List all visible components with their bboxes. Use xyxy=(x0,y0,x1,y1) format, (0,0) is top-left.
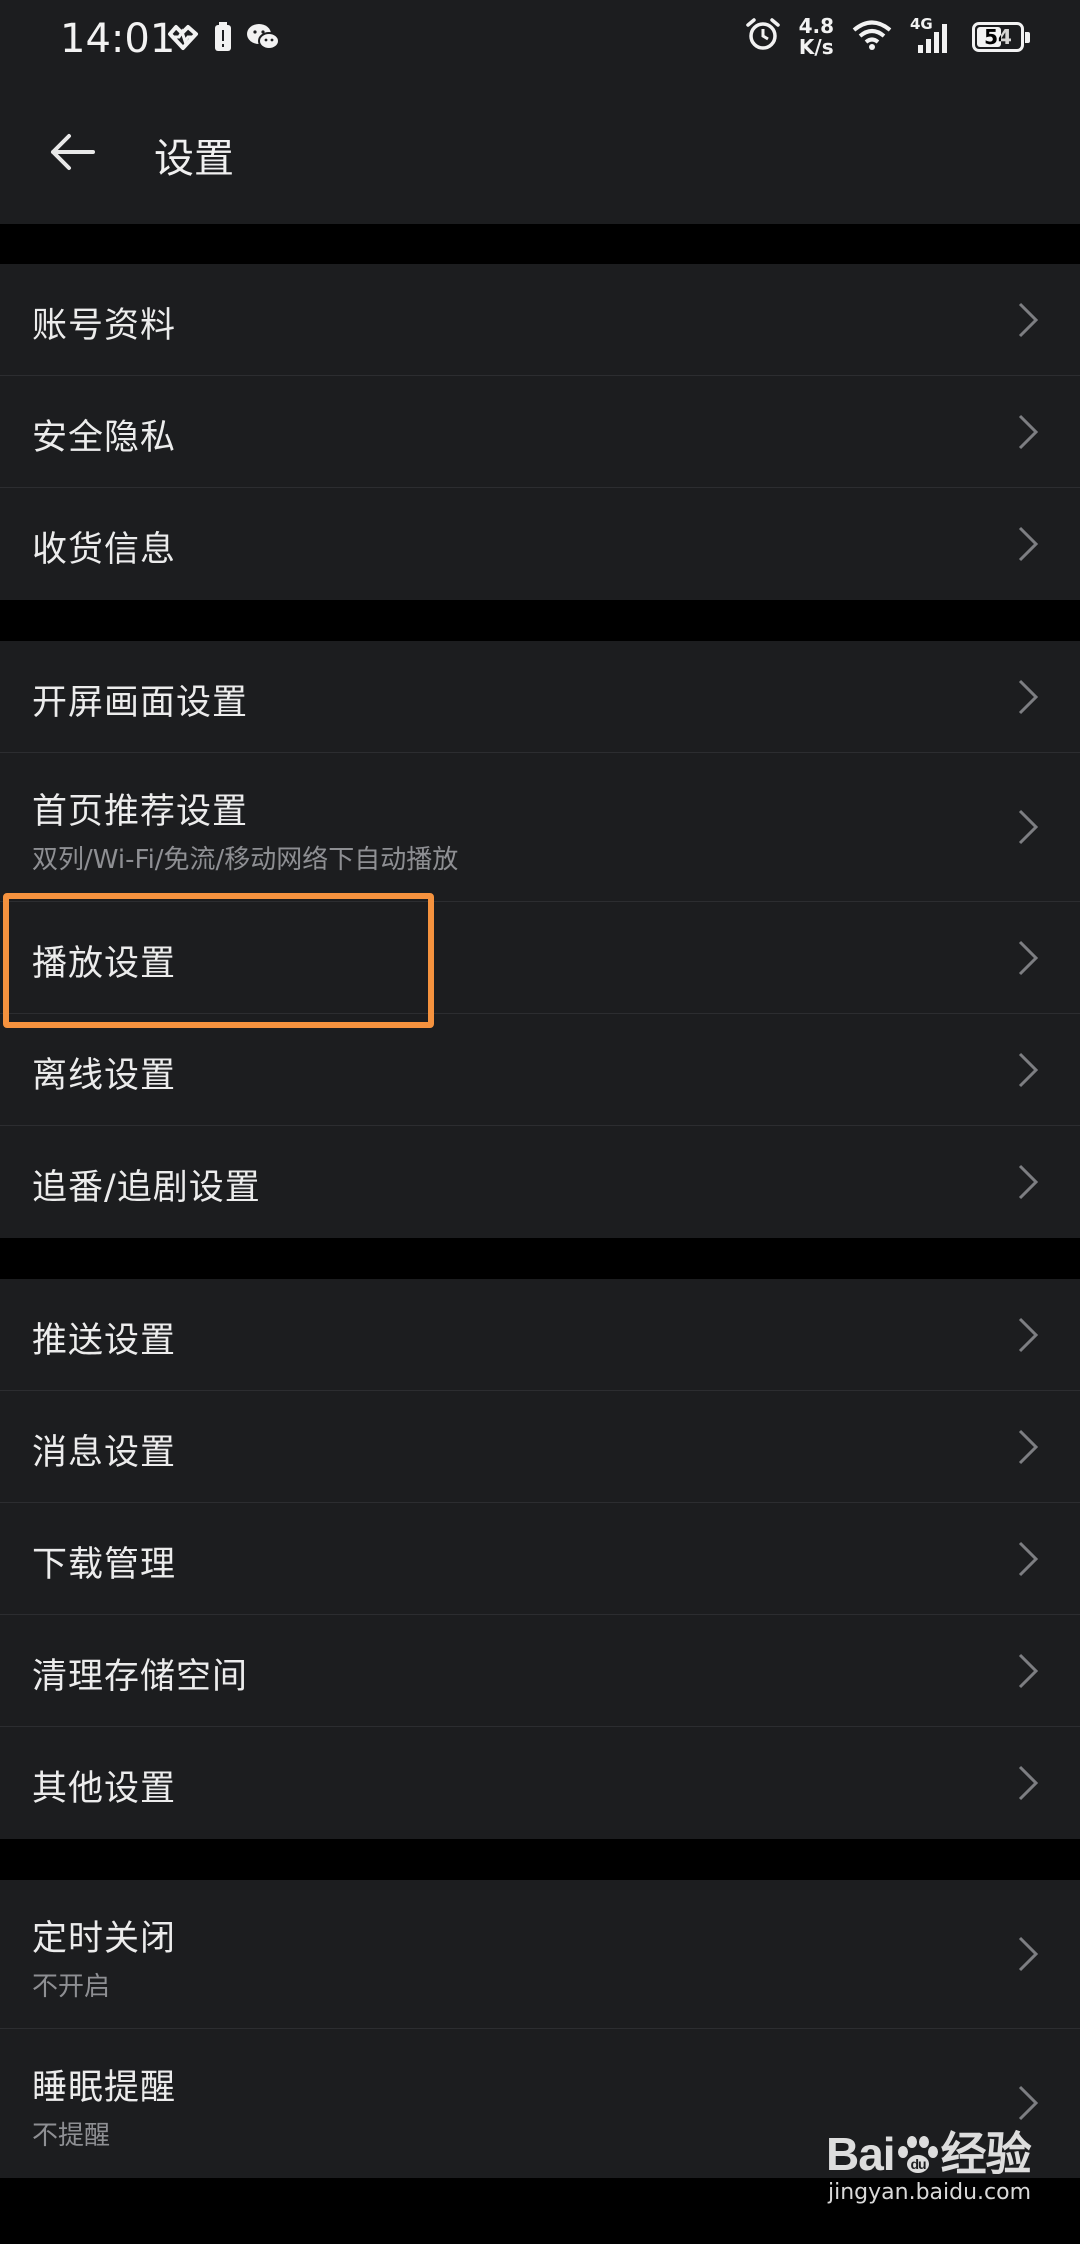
row-label: 开屏画面设置 xyxy=(32,683,249,723)
signal-icon xyxy=(918,24,947,53)
row-sublabel: 不开启 xyxy=(32,1972,111,2002)
chevron-right-icon xyxy=(1018,1936,1039,1972)
row-label: 消息设置 xyxy=(32,1433,177,1473)
row-label: 追番/追剧设置 xyxy=(32,1168,261,1208)
battery-icon: 54 xyxy=(972,22,1030,52)
chevron-right-icon xyxy=(1018,1164,1039,1200)
status-bar: 14:01 4.8 K/s 4G 54 xyxy=(0,0,1080,82)
status-time: 14:01 xyxy=(60,16,176,62)
baidu-jingyan-watermark: Bai du 经验 jingyan.baidu.com xyxy=(826,2118,1032,2205)
net-speed: 4.8 K/s xyxy=(799,16,834,58)
watermark-url: jingyan.baidu.com xyxy=(828,2180,1032,2205)
paw-icon: du xyxy=(897,2136,938,2173)
app-bar: 设置 xyxy=(0,82,1080,224)
settings-section-account: 账号资料 安全隐私 收货信息 xyxy=(0,264,1080,600)
row-label: 推送设置 xyxy=(32,1321,177,1361)
row-label: 睡眠提醒 xyxy=(32,2068,177,2108)
battery-alert-icon xyxy=(214,22,232,56)
settings-row-security-privacy[interactable]: 安全隐私 xyxy=(0,376,1080,488)
back-button[interactable] xyxy=(40,120,104,184)
heart-rate-icon xyxy=(166,22,200,56)
row-label: 下载管理 xyxy=(32,1545,177,1585)
settings-section-general: 推送设置 消息设置 下载管理 清理存储空间 其他设置 xyxy=(0,1279,1080,1839)
settings-row-clear-storage[interactable]: 清理存储空间 xyxy=(0,1615,1080,1727)
row-label: 安全隐私 xyxy=(32,418,177,458)
chevron-right-icon xyxy=(1018,1429,1039,1465)
chevron-right-icon xyxy=(1018,940,1039,976)
row-label: 首页推荐设置 xyxy=(32,792,249,832)
watermark-logo-text-2: 经验 xyxy=(940,2128,1032,2180)
settings-row-home-recommend[interactable]: 首页推荐设置 双列/Wi-Fi/免流/移动网络下自动播放 xyxy=(0,753,1080,902)
chevron-right-icon xyxy=(1018,302,1039,338)
row-label: 账号资料 xyxy=(32,306,177,346)
status-left-icons xyxy=(166,22,280,56)
settings-row-splash-screen[interactable]: 开屏画面设置 xyxy=(0,641,1080,753)
settings-row-messages[interactable]: 消息设置 xyxy=(0,1391,1080,1503)
chevron-right-icon xyxy=(1018,1765,1039,1801)
chevron-right-icon xyxy=(1018,526,1039,562)
page-title: 设置 xyxy=(154,136,234,182)
chevron-right-icon xyxy=(1018,414,1039,450)
battery-level: 54 xyxy=(984,25,1012,49)
chevron-right-icon xyxy=(1018,1653,1039,1689)
row-sublabel: 不提醒 xyxy=(32,2121,111,2151)
arrow-left-icon xyxy=(51,134,95,170)
wifi-icon xyxy=(852,19,892,55)
alarm-icon xyxy=(745,17,781,57)
row-sublabel: 双列/Wi-Fi/免流/移动网络下自动播放 xyxy=(32,845,459,875)
row-label: 其他设置 xyxy=(32,1769,177,1809)
row-label: 离线设置 xyxy=(32,1056,177,1096)
status-right: 4.8 K/s 4G 54 xyxy=(745,15,1030,58)
settings-row-downloads[interactable]: 下载管理 xyxy=(0,1503,1080,1615)
cell-signal: 4G xyxy=(910,15,954,55)
net-speed-unit: K/s xyxy=(798,35,834,59)
settings-row-follow-series[interactable]: 追番/追剧设置 xyxy=(0,1126,1080,1238)
settings-row-other[interactable]: 其他设置 xyxy=(0,1727,1080,1839)
settings-row-sleep-timer[interactable]: 定时关闭 不开启 xyxy=(0,1880,1080,2029)
chevron-right-icon xyxy=(1018,679,1039,715)
highlight-box xyxy=(3,893,434,1028)
row-label: 收货信息 xyxy=(32,530,177,570)
svg-text:du: du xyxy=(910,2156,926,2172)
settings-row-push[interactable]: 推送设置 xyxy=(0,1279,1080,1391)
wechat-icon xyxy=(246,22,280,56)
watermark-logo-text-1: Bai xyxy=(826,2128,896,2180)
chevron-right-icon xyxy=(1018,1541,1039,1577)
chevron-right-icon xyxy=(1018,1317,1039,1353)
row-label: 清理存储空间 xyxy=(32,1657,249,1697)
chevron-right-icon xyxy=(1018,2085,1039,2121)
chevron-right-icon xyxy=(1018,1052,1039,1088)
net-speed-value: 4.8 xyxy=(798,14,834,38)
settings-row-offline[interactable]: 离线设置 xyxy=(0,1014,1080,1126)
row-label: 定时关闭 xyxy=(32,1919,177,1959)
chevron-right-icon xyxy=(1018,809,1039,845)
watermark-logo: Bai du 经验 xyxy=(826,2118,1032,2184)
settings-row-account-profile[interactable]: 账号资料 xyxy=(0,264,1080,376)
settings-row-shipping-info[interactable]: 收货信息 xyxy=(0,488,1080,600)
